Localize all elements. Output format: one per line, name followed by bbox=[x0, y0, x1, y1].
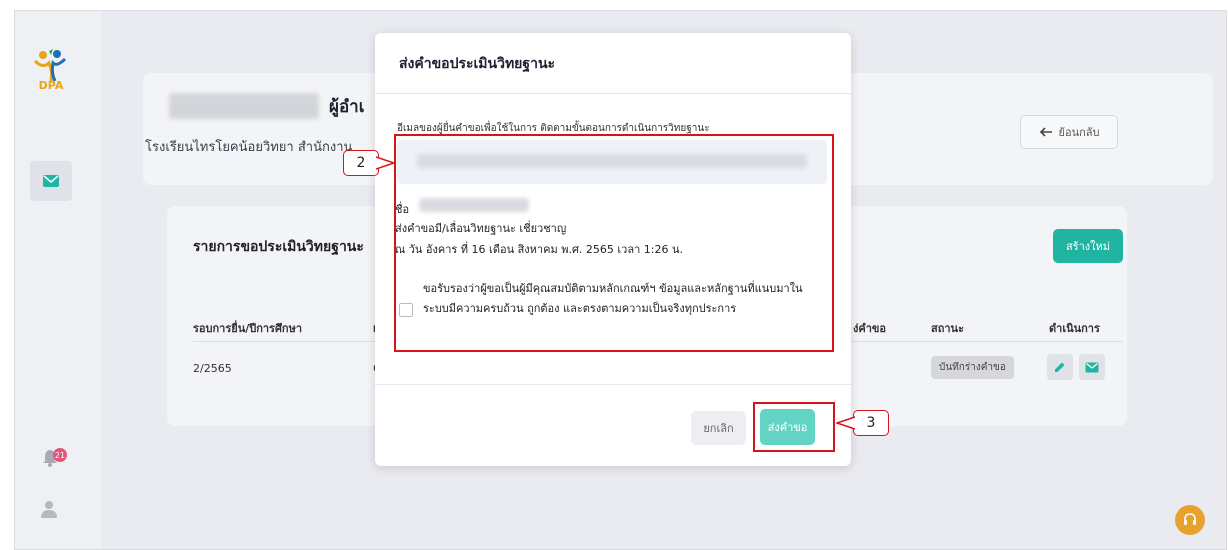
name-label: ชื่อ bbox=[395, 203, 410, 216]
mail-icon bbox=[1085, 362, 1099, 372]
redacted-name bbox=[169, 93, 319, 119]
back-button[interactable]: ย้อนกลับ bbox=[1020, 115, 1118, 149]
email-field[interactable] bbox=[397, 140, 827, 184]
redacted-applicant-name bbox=[419, 198, 529, 212]
sidebar: DPA 21 bbox=[15, 11, 103, 549]
mail-icon bbox=[43, 175, 59, 187]
create-new-button[interactable]: สร้างใหม่ bbox=[1053, 229, 1123, 263]
modal-title: ส่งคำขอประเมินวิทยฐานะ bbox=[399, 56, 556, 72]
arrow-left-icon bbox=[1039, 127, 1052, 137]
redacted-email bbox=[417, 154, 807, 168]
user-menu-button[interactable] bbox=[39, 499, 59, 523]
notification-badge: 21 bbox=[53, 448, 67, 462]
logo: DPA bbox=[29, 49, 73, 99]
status-badge: บันทึกร่างคำขอ bbox=[931, 356, 1014, 379]
back-button-label: ย้อนกลับ bbox=[1058, 126, 1100, 139]
edit-button[interactable] bbox=[1047, 354, 1073, 380]
list-title: รายการขอประเมินวิทยฐานะ bbox=[193, 239, 364, 255]
submit-request-modal: ส่งคำขอประเมินวิทยฐานะ อีเมลของผู้ยื่นคำ… bbox=[375, 33, 851, 466]
school-name: โรงเรียนไทรโยคน้อยวิทยา สำนักงาน bbox=[145, 140, 353, 155]
sidebar-item-requests[interactable] bbox=[30, 161, 72, 201]
user-icon bbox=[41, 501, 57, 518]
certify-text: ขอรับรองว่าผู้ขอเป็นผู้มีคุณสมบัติตามหลั… bbox=[423, 282, 803, 315]
send-button[interactable] bbox=[1079, 354, 1105, 380]
modal-footer-divider bbox=[375, 384, 851, 385]
certify-checkbox[interactable] bbox=[399, 303, 413, 317]
email-label: อีเมลของผู้ยื่นคำขอเพื่อใช้ในการ ติดตามข… bbox=[397, 123, 710, 134]
column-header-round: รอบการยื่น/ปีการศึกษา bbox=[193, 322, 303, 335]
headset-icon bbox=[1184, 513, 1196, 525]
cell-round: 2/2565 bbox=[193, 362, 232, 375]
pencil-icon bbox=[1055, 362, 1065, 372]
column-header-status: สถานะ bbox=[931, 322, 964, 335]
modal-header-divider bbox=[375, 93, 851, 94]
submit-request-button[interactable]: ส่งคำขอ bbox=[760, 409, 815, 445]
help-button[interactable] bbox=[1175, 505, 1205, 535]
column-header-request: ง่คำขอ bbox=[853, 322, 887, 335]
logo-text: DPA bbox=[38, 79, 64, 92]
request-date-text: ณ วัน อังคาร ที่ 16 เดือน สิงหาคม พ.ศ. 2… bbox=[395, 243, 683, 256]
cancel-button[interactable]: ยกเลิก bbox=[691, 411, 746, 445]
column-header-actions: ดำเนินการ bbox=[1049, 322, 1100, 335]
logo-figure-icon bbox=[33, 49, 67, 82]
page-title: ผู้อำเ bbox=[329, 97, 365, 117]
request-type-text: ส่งคำขอมี/เลื่อนวิทยฐานะ เชี่ยวชาญ bbox=[395, 222, 567, 235]
